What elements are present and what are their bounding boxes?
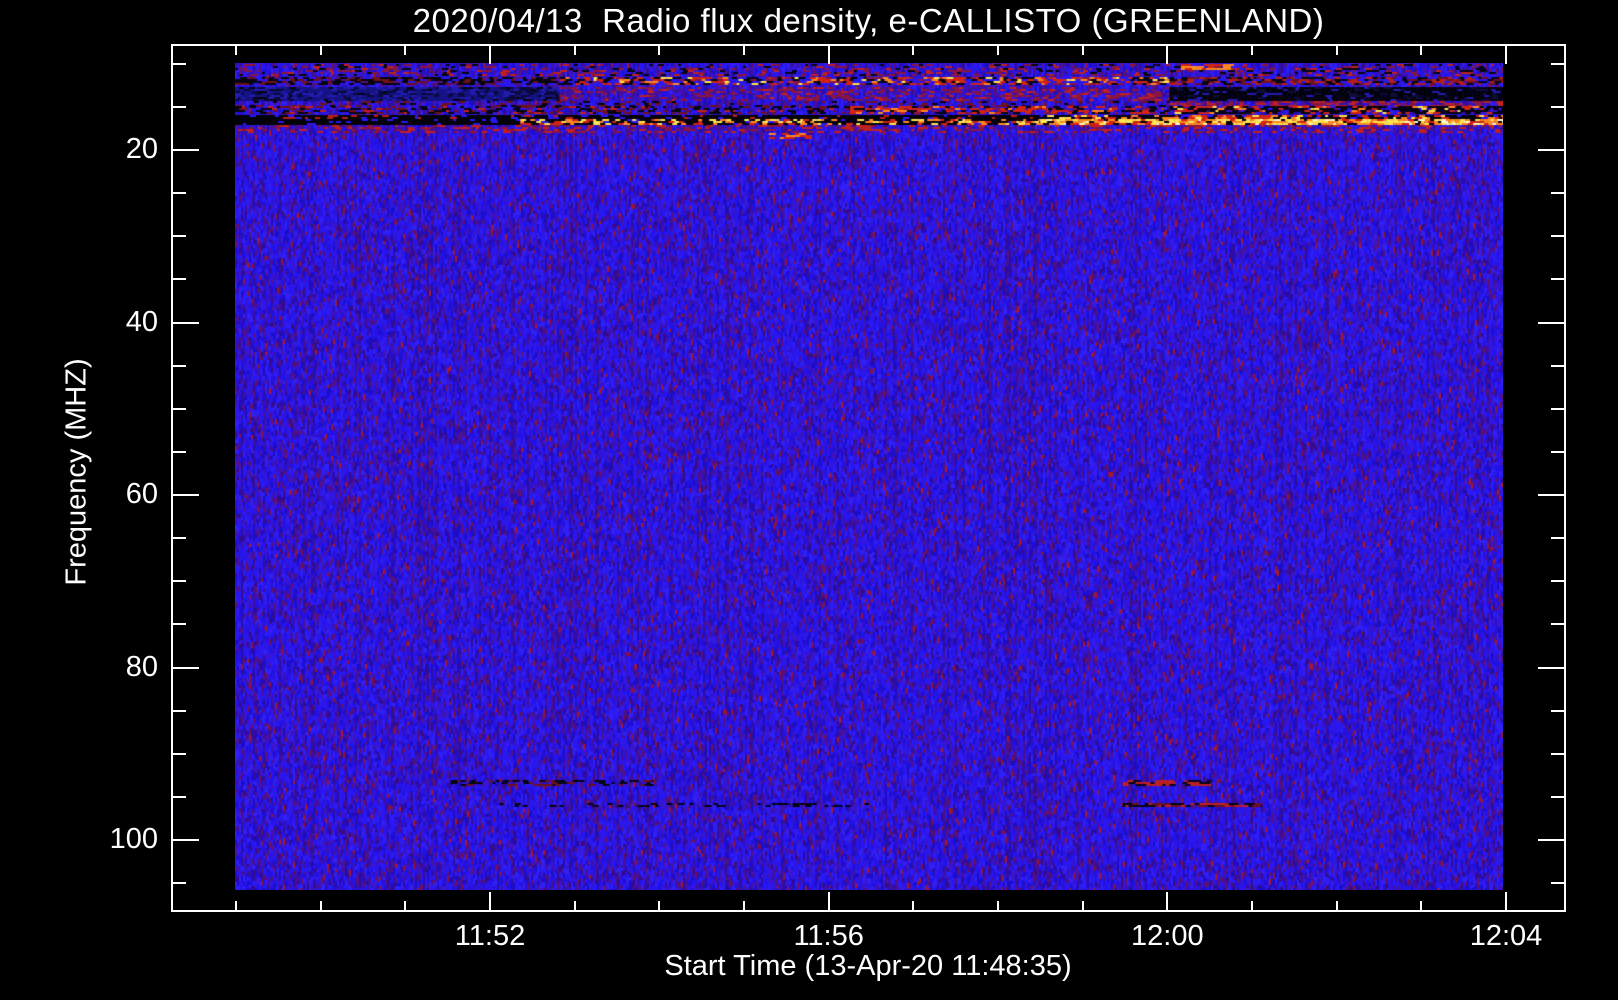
y-tick-left — [173, 537, 186, 540]
y-tick-left — [173, 278, 186, 281]
x-tick-top — [1505, 46, 1507, 64]
y-tick-right — [1551, 752, 1564, 755]
y-tick-left — [173, 839, 199, 841]
y-tick-right — [1551, 709, 1564, 712]
x-tick-bottom — [827, 892, 830, 910]
y-tick-right — [1538, 149, 1564, 151]
x-tick-top — [1335, 46, 1338, 55]
x-tick-bottom — [658, 901, 661, 910]
y-tick-label: 80 — [125, 650, 158, 683]
x-tick-bottom — [1335, 901, 1338, 910]
x-tick-bottom — [1081, 901, 1084, 910]
x-tick-top — [319, 46, 322, 55]
chart-title: 2020/04/13 Radio flux density, e-CALLIST… — [412, 2, 1325, 39]
y-tick-right — [1538, 321, 1564, 324]
y-tick-label: 20 — [125, 133, 158, 165]
y-tick-left — [173, 321, 199, 324]
x-tick-bottom — [404, 901, 407, 910]
y-tick-left — [173, 407, 186, 410]
y-tick-right — [1551, 105, 1564, 108]
x-tick-bottom — [573, 901, 576, 910]
x-tick-top — [912, 46, 915, 55]
x-tick-bottom — [1251, 901, 1253, 910]
y-tick-right — [1551, 623, 1564, 626]
y-tick-label: 40 — [125, 305, 158, 338]
x-tick-top — [489, 46, 491, 64]
y-tick-right — [1551, 62, 1564, 65]
x-tick-top — [404, 46, 407, 55]
y-tick-left — [173, 192, 186, 195]
y-tick-left — [173, 580, 186, 583]
y-tick-left — [173, 62, 186, 65]
x-tick-top — [1166, 46, 1169, 64]
y-tick-right — [1551, 580, 1564, 583]
y-tick-label: 100 — [109, 823, 158, 855]
y-tick-right — [1551, 235, 1564, 238]
x-tick-bottom — [319, 901, 322, 910]
x-tick-bottom — [1505, 892, 1507, 910]
y-tick-left — [173, 623, 186, 626]
y-tick-right — [1551, 537, 1564, 540]
y-tick-left — [173, 882, 186, 885]
x-tick-top — [234, 46, 237, 55]
x-tick-label: 12:04 — [1469, 920, 1543, 952]
x-tick-top — [573, 46, 576, 55]
x-tick-top — [1420, 46, 1423, 55]
x-tick-top — [1081, 46, 1084, 55]
y-tick-left — [173, 105, 186, 108]
x-tick-bottom — [912, 901, 915, 910]
y-tick-left — [173, 450, 186, 453]
x-tick-top — [743, 46, 745, 55]
y-tick-right — [1538, 666, 1564, 669]
y-tick-right — [1551, 450, 1564, 453]
y-tick-left — [173, 494, 199, 496]
y-axis-label: Frequency (MHZ) — [60, 358, 93, 586]
x-tick-bottom — [234, 901, 237, 910]
x-tick-bottom — [997, 901, 999, 910]
y-tick-right — [1551, 795, 1564, 798]
y-tick-right — [1538, 494, 1564, 496]
x-tick-label: 11:56 — [793, 920, 864, 952]
x-tick-label: 11:52 — [454, 920, 526, 952]
x-axis-label: Start Time (13-Apr-20 11:48:35) — [664, 950, 1072, 982]
y-tick-right — [1538, 839, 1564, 841]
y-tick-left — [173, 795, 186, 798]
y-tick-left — [173, 666, 199, 669]
y-tick-left — [173, 709, 186, 712]
x-tick-bottom — [1420, 901, 1423, 910]
x-tick-top — [997, 46, 999, 55]
x-tick-bottom — [489, 892, 491, 910]
spectrogram-page: { "chart_data": { "type": "heatmap", "ti… — [0, 0, 1618, 1000]
plot-border — [171, 44, 1566, 912]
y-tick-left — [173, 235, 186, 238]
y-tick-left — [173, 149, 199, 151]
y-tick-left — [173, 364, 186, 367]
y-tick-left — [173, 752, 186, 755]
x-tick-bottom — [743, 901, 745, 910]
x-tick-top — [1251, 46, 1253, 55]
y-tick-right — [1551, 192, 1564, 195]
y-tick-right — [1551, 278, 1564, 281]
y-tick-right — [1551, 364, 1564, 367]
x-tick-bottom — [1166, 892, 1169, 910]
x-tick-top — [658, 46, 661, 55]
y-tick-right — [1551, 882, 1564, 885]
x-tick-label: 12:00 — [1131, 920, 1204, 952]
y-tick-right — [1551, 407, 1564, 410]
x-tick-top — [827, 46, 830, 64]
